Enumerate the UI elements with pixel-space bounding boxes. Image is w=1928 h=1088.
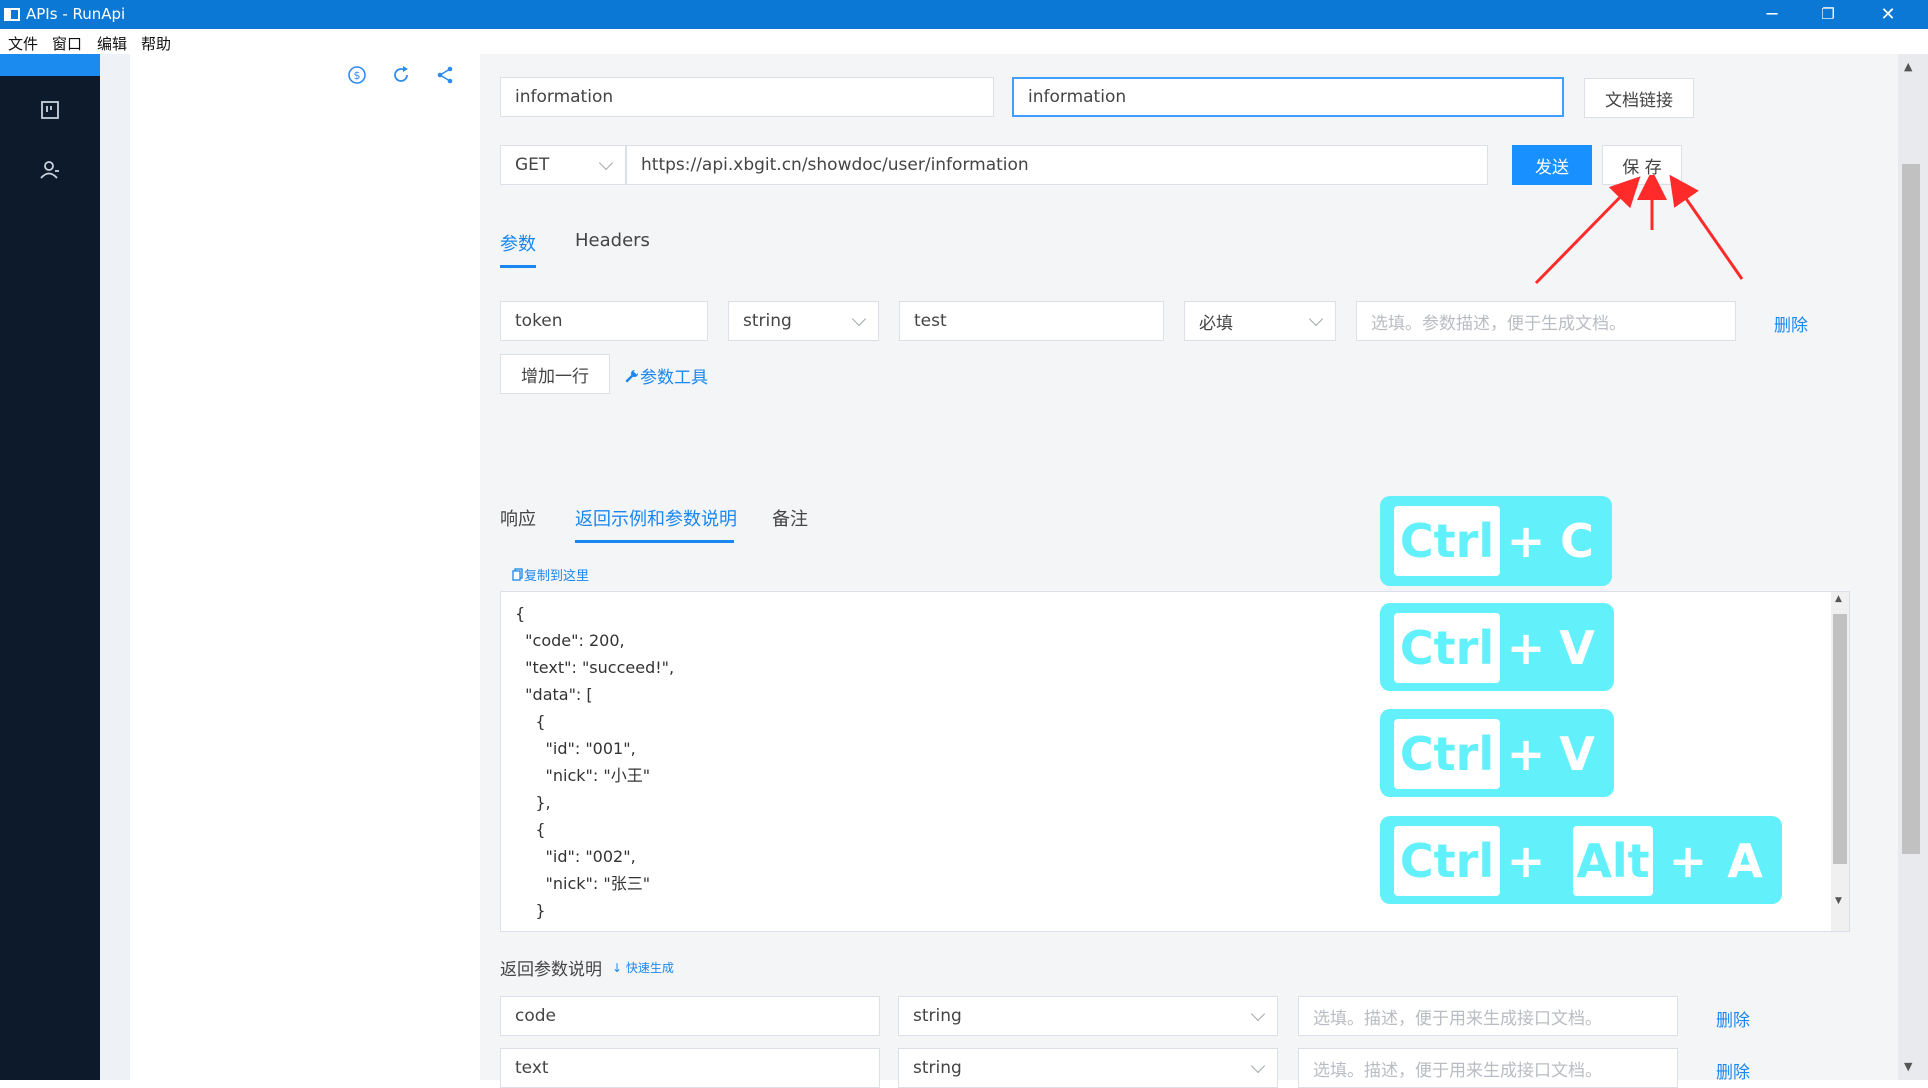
api-name-input[interactable]: information: [500, 77, 994, 117]
shortcut-key: A: [1727, 834, 1763, 888]
dollar-icon[interactable]: $: [346, 64, 368, 86]
param-name-input[interactable]: token: [500, 301, 708, 341]
return-param-delete-link[interactable]: 删除: [1716, 1006, 1750, 1031]
return-param-desc-input[interactable]: 选填。描述，便于用来生成接口文档。: [1298, 1048, 1678, 1088]
copy-here-link[interactable]: 复制到这里: [512, 565, 589, 584]
window-title: APIs - RunApi: [26, 5, 126, 23]
menu-bar: 文件 窗口 编辑 帮助: [0, 29, 1928, 54]
return-params-title: 返回参数说明: [500, 960, 602, 980]
minimize-button[interactable]: ─: [1744, 0, 1800, 29]
shortcut-plus: +: [1506, 514, 1546, 568]
doc-link-button[interactable]: 文档链接: [1584, 78, 1694, 118]
api-path-input[interactable]: information: [1012, 77, 1564, 117]
shortcut-key: V: [1559, 727, 1595, 781]
shortcut-plus: +: [1668, 834, 1708, 888]
page-scroll-up-icon[interactable]: ▲: [1904, 60, 1912, 73]
refresh-icon[interactable]: [390, 64, 412, 86]
return-param-name-input[interactable]: text: [500, 1048, 880, 1088]
editor-scroll-thumb[interactable]: [1833, 614, 1847, 864]
page-scrollbar[interactable]: ▲ ▼: [1898, 54, 1928, 1080]
method-select[interactable]: GET: [500, 145, 626, 185]
arrow-left: [1534, 176, 1641, 285]
page-scroll-down-icon[interactable]: ▼: [1904, 1060, 1912, 1073]
team-icon[interactable]: [38, 158, 62, 182]
param-required-select[interactable]: 必填: [1184, 301, 1336, 341]
close-button[interactable]: ✕: [1860, 0, 1916, 29]
param-tool-label: 参数工具: [640, 368, 708, 388]
quick-generate-label: 快速生成: [625, 961, 674, 975]
list-column: [100, 54, 130, 1080]
menu-help[interactable]: 帮助: [141, 33, 171, 54]
param-value-input[interactable]: test: [899, 301, 1164, 341]
board-icon[interactable]: [38, 98, 62, 122]
return-param-name-input[interactable]: code: [500, 996, 880, 1036]
annotation-arrows: [1534, 175, 1744, 285]
shortcut-key: Ctrl: [1394, 506, 1500, 576]
return-param-type-select[interactable]: string: [898, 996, 1278, 1036]
copy-here-label: 复制到这里: [524, 569, 590, 584]
shortcut-paste-overlay: Ctrl + V: [1380, 603, 1614, 691]
menu-file[interactable]: 文件: [8, 33, 38, 54]
tab-headers[interactable]: Headers: [575, 230, 650, 251]
share-icon[interactable]: [434, 64, 456, 86]
tab-return-example[interactable]: 返回示例和参数说明: [575, 505, 737, 531]
tab-notes[interactable]: 备注: [772, 505, 808, 531]
param-type-select[interactable]: string: [728, 301, 879, 341]
url-input[interactable]: https://api.xbgit.cn/showdoc/user/inform…: [626, 145, 1488, 185]
restore-button[interactable]: ❐: [1800, 0, 1856, 29]
shortcut-key: Ctrl: [1394, 826, 1500, 896]
api-tree-panel: $: [130, 54, 480, 1080]
shortcut-paste-overlay: Ctrl + V: [1380, 709, 1614, 797]
shortcut-plus: +: [1506, 727, 1546, 781]
response-example-text: { "code": 200, "text": "succeed!", "data…: [515, 604, 675, 931]
return-param-desc-input[interactable]: 选填。描述，便于用来生成接口文档。: [1298, 996, 1678, 1036]
app-icon: [4, 8, 20, 21]
editor-scroll-down-icon[interactable]: ▼: [1835, 896, 1842, 906]
menu-window[interactable]: 窗口: [52, 33, 82, 54]
shortcut-copy-overlay: Ctrl + C: [1380, 496, 1612, 586]
title-bar: APIs - RunApi ─ ❐ ✕: [0, 0, 1928, 29]
left-rail: [0, 54, 100, 1080]
tab-response[interactable]: 响应: [500, 505, 536, 531]
shortcut-key: Ctrl: [1394, 719, 1500, 789]
wrench-icon: [625, 369, 639, 382]
quick-generate-link[interactable]: ↓ 快速生成: [612, 959, 674, 976]
tab-params[interactable]: 参数: [500, 230, 536, 256]
editor-scroll-up-icon[interactable]: ▲: [1835, 594, 1842, 604]
shortcut-select-all-overlay: Ctrl + Alt + A: [1380, 816, 1782, 904]
menu-edit[interactable]: 编辑: [97, 33, 127, 54]
svg-text:$: $: [354, 69, 361, 82]
tab-params-underline: [500, 265, 536, 268]
param-delete-link[interactable]: 删除: [1774, 311, 1808, 336]
return-param-type-select[interactable]: string: [898, 1048, 1278, 1088]
shortcut-key: C: [1560, 514, 1594, 568]
param-desc-input[interactable]: 选填。参数描述，便于生成文档。: [1356, 301, 1736, 341]
rail-active-item[interactable]: [0, 54, 100, 76]
shortcut-key: V: [1559, 621, 1595, 675]
copy-icon: [512, 568, 523, 581]
add-row-button[interactable]: 增加一行: [500, 354, 610, 394]
shortcut-key: Ctrl: [1394, 613, 1500, 683]
shortcut-key: Alt: [1573, 826, 1653, 896]
return-param-delete-link[interactable]: 删除: [1716, 1058, 1750, 1083]
tab-return-example-underline: [575, 540, 734, 543]
page-scroll-thumb[interactable]: [1902, 164, 1920, 854]
arrow-right: [1669, 175, 1744, 280]
editor-scrollbar[interactable]: ▲ ▼: [1831, 592, 1849, 931]
shortcut-plus: +: [1506, 621, 1546, 675]
param-tool-link[interactable]: 参数工具: [624, 363, 708, 388]
shortcut-plus: +: [1506, 834, 1546, 888]
